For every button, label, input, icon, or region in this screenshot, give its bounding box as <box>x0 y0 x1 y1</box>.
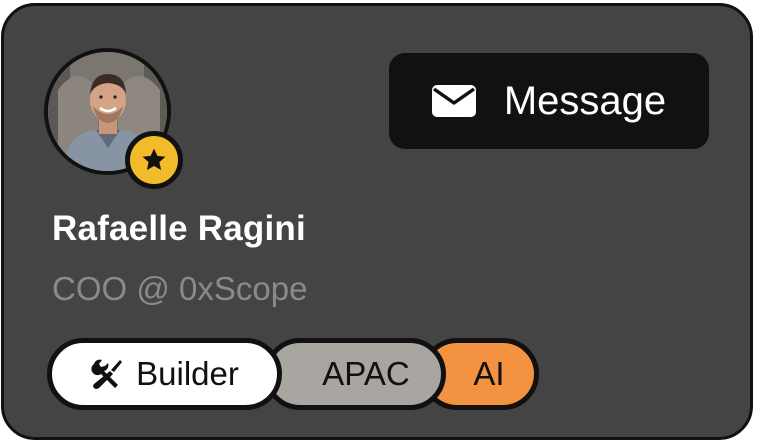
envelope-icon <box>431 85 476 117</box>
tag-label: APAC <box>322 355 410 392</box>
star-icon <box>142 148 166 171</box>
tag-apac[interactable]: APAC <box>264 338 446 410</box>
tag-builder[interactable]: Builder <box>47 338 282 410</box>
verified-badge <box>125 131 183 189</box>
profile-title: COO @ 0xScope <box>52 270 308 307</box>
message-button[interactable]: Message <box>389 53 709 149</box>
tag-label: Builder <box>136 355 239 392</box>
message-button-label: Message <box>503 78 667 123</box>
tag-label: AI <box>473 355 505 392</box>
profile-card: Message Rafaelle Ragini COO @ 0xScope AI… <box>1 3 753 440</box>
tools-icon <box>90 357 124 391</box>
profile-name: Rafaelle Ragini <box>52 209 306 248</box>
